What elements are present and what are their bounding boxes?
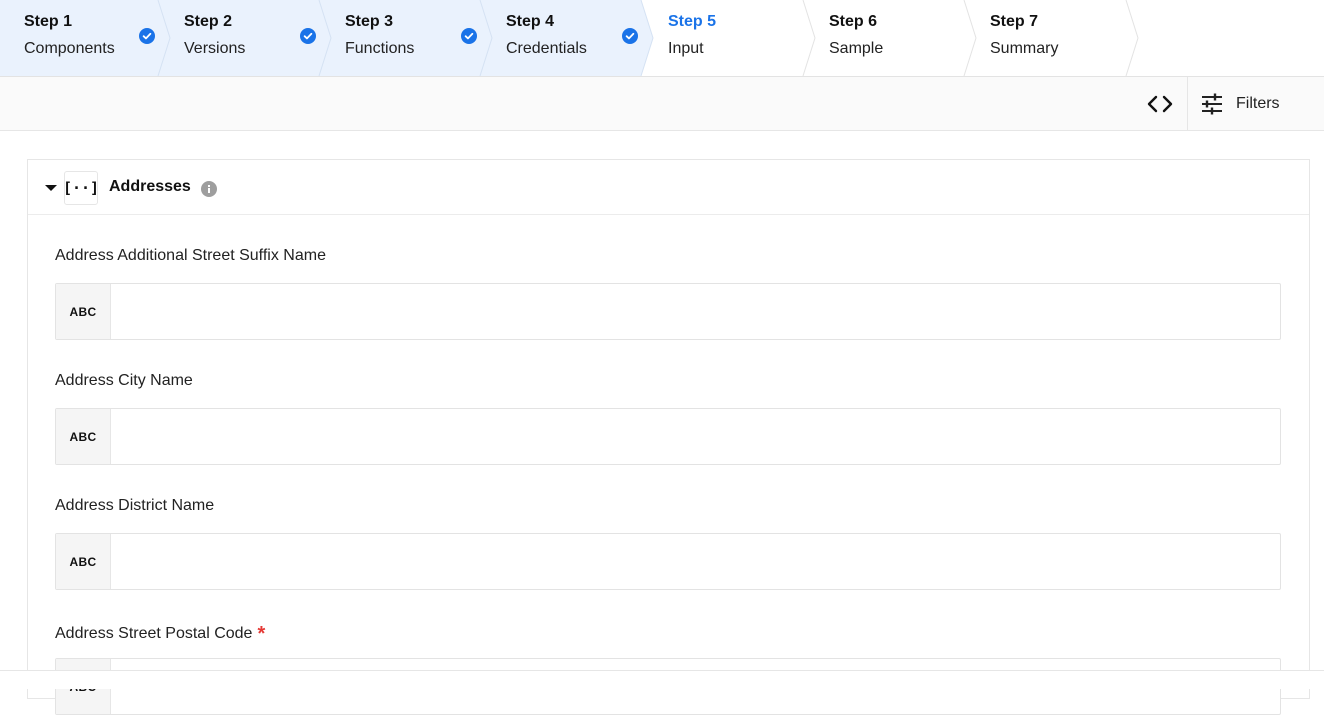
postal-code-label-text: Address Street Postal Code xyxy=(55,625,253,642)
step-number: Step 2 xyxy=(184,13,233,30)
field-label-city: Address City Name xyxy=(55,372,193,389)
district-input[interactable] xyxy=(111,534,1280,589)
step-number: Step 4 xyxy=(506,13,555,30)
code-brackets-icon xyxy=(1147,95,1173,113)
text-type-badge: ABC xyxy=(56,284,111,339)
step-number: Step 1 xyxy=(24,13,73,30)
city-field: ABC xyxy=(55,408,1281,465)
toolbar-divider xyxy=(1187,77,1188,131)
district-field: ABC xyxy=(55,533,1281,590)
info-icon[interactable] xyxy=(201,181,217,197)
step-label: Sample xyxy=(829,40,884,57)
array-brackets-icon: [··] xyxy=(63,171,99,205)
field-label-district: Address District Name xyxy=(55,497,215,514)
step-label: Input xyxy=(668,40,704,57)
section-header: [··] Addresses xyxy=(28,160,1309,215)
step-summary[interactable]: Step 7 Summary xyxy=(966,0,1124,76)
step-sample[interactable]: Step 6 Sample xyxy=(805,0,963,76)
step-number: Step 3 xyxy=(345,13,394,30)
check-circle-icon xyxy=(300,28,316,44)
step-functions[interactable]: Step 3 Functions xyxy=(321,0,479,76)
step-divider-7 xyxy=(1125,0,1139,77)
addresses-section: [··] Addresses Address Additional Street… xyxy=(27,159,1310,715)
field-label-postal-code: Address Street Postal Code * xyxy=(55,621,266,645)
section-title: Addresses xyxy=(109,178,191,195)
street-suffix-field: ABC xyxy=(55,283,1281,340)
check-circle-icon xyxy=(139,28,155,44)
check-circle-icon xyxy=(622,28,638,44)
step-label: Versions xyxy=(184,40,246,57)
required-marker: * xyxy=(257,623,266,645)
filters-label: Filters xyxy=(1236,95,1280,112)
step-label: Components xyxy=(24,40,115,57)
sliders-icon xyxy=(1202,93,1222,115)
step-number: Step 7 xyxy=(990,13,1039,30)
field-label-street-suffix: Address Additional Street Suffix Name xyxy=(55,247,326,264)
street-suffix-input[interactable] xyxy=(111,284,1280,339)
step-label: Summary xyxy=(990,40,1059,57)
filters-button[interactable]: Filters xyxy=(1200,90,1280,118)
step-credentials[interactable]: Step 4 Credentials xyxy=(482,0,640,76)
wizard-stepper: Step 1 Components Step 2 Versions Step 3… xyxy=(0,0,1324,77)
step-input[interactable]: Step 5 Input xyxy=(644,0,802,76)
step-versions[interactable]: Step 2 Versions xyxy=(160,0,318,76)
step-number: Step 6 xyxy=(829,13,878,30)
step-components[interactable]: Step 1 Components xyxy=(0,0,158,76)
step-number: Step 5 xyxy=(668,13,717,30)
toolbar: Filters xyxy=(0,77,1324,131)
viewport-footer xyxy=(0,671,1324,689)
step-label: Credentials xyxy=(506,40,587,57)
text-type-badge: ABC xyxy=(56,534,111,589)
check-circle-icon xyxy=(461,28,477,44)
city-input[interactable] xyxy=(111,409,1280,464)
caret-down-icon[interactable] xyxy=(44,183,58,193)
step-label: Functions xyxy=(345,40,415,57)
code-view-button[interactable] xyxy=(1140,90,1180,118)
text-type-badge: ABC xyxy=(56,409,111,464)
